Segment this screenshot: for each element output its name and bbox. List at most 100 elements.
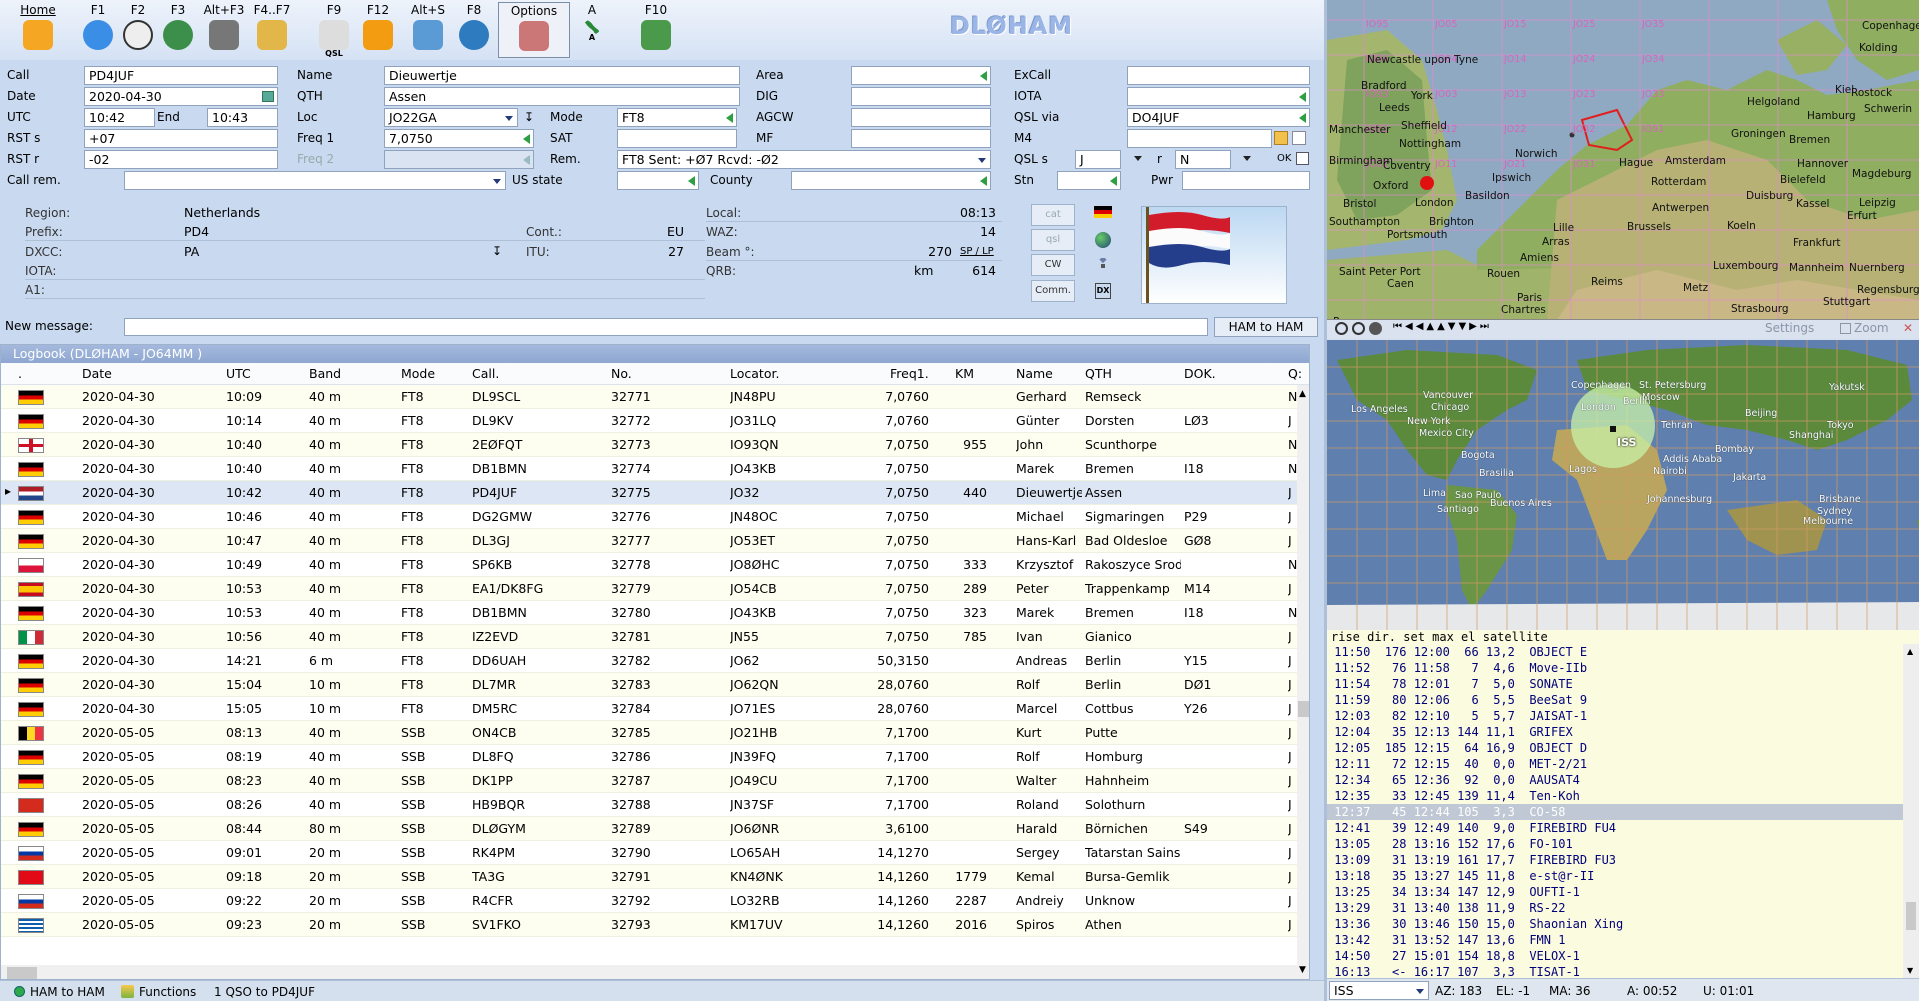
dx-icon[interactable]: DX — [1095, 283, 1111, 299]
table-row[interactable]: 2020-05-05 08:23 40 m SSB DK1PP 32787 JO49CU 7,… — [1, 769, 1297, 793]
new-message-input[interactable] — [124, 318, 1208, 336]
download-icon[interactable]: ↧ — [492, 244, 502, 258]
toolbar-button-tools[interactable]: Options — [498, 2, 570, 58]
scroll-up-icon[interactable]: ▲ — [1299, 389, 1306, 399]
qsl-button[interactable]: qsl — [1031, 229, 1075, 251]
table-row[interactable]: 2020-05-05 09:18 20 m SSB TA3G 32791 KN4ØNK 14,… — [1, 865, 1297, 889]
excall-input[interactable] — [1127, 66, 1310, 85]
satellite-scrollbar[interactable]: ▲ ▼ — [1903, 644, 1919, 978]
satellite-row[interactable]: 12:37 45 12:44 105 3,3 CO-58 — [1327, 804, 1903, 820]
scroll-up-icon[interactable]: ▲ — [1907, 647, 1913, 656]
column-header[interactable]: Locator. — [730, 366, 779, 382]
globe-icon[interactable] — [1095, 232, 1111, 248]
satellite-row[interactable]: 12:03 82 12:10 5 5,7 JAISAT-1 — [1327, 708, 1903, 724]
map-zoom-button[interactable]: Zoom — [1854, 321, 1889, 335]
table-row[interactable]: 2020-05-05 08:44 80 m SSB DLØGYM 32789 JO6ØNR 3… — [1, 817, 1297, 841]
satellite-row[interactable]: 13:09 31 13:19 161 17,7 FIREBIRD FU3 — [1327, 852, 1903, 868]
end-input[interactable]: 10:43 — [207, 108, 278, 127]
satellite-row[interactable]: 12:11 72 12:15 40 0,0 MET-2/21 — [1327, 756, 1903, 772]
locator-map[interactable]: IO95 JO05 JO15 JO25 JO35 IO94 JO04 JO14 JO24 JO34… — [1327, 0, 1919, 320]
functions-menu[interactable]: Functions — [139, 984, 196, 1000]
satellite-row[interactable]: 12:04 35 12:13 144 11,1 GRIFEX — [1327, 724, 1903, 740]
toolbar-button-save[interactable]: F10 — [632, 2, 680, 58]
table-row[interactable]: 2020-04-30 10:56 40 m FT8 IZ2EVD 32781 JN55 7,0… — [1, 625, 1297, 649]
call-rem-select[interactable] — [124, 171, 506, 190]
table-row[interactable]: 2020-04-30 14:21 6 m FT8 DD6UAH 32782 JO62 50,3… — [1, 649, 1297, 673]
folder-icon[interactable] — [1274, 131, 1288, 145]
scroll-down-icon[interactable]: ▼ — [1299, 965, 1306, 975]
loc-select[interactable]: JO22GA — [384, 108, 518, 127]
vertical-scrollbar[interactable]: ▲ ▼ — [1297, 385, 1309, 979]
qsl-via-input[interactable]: DO4JUF — [1127, 108, 1310, 127]
toolbar-button-qsl[interactable]: F9 QSL — [310, 2, 358, 58]
toolbar-button-home[interactable]: Home — [14, 2, 62, 58]
rem-select[interactable]: FT8 Sent: +Ø7 Rcvd: -Ø2 — [617, 150, 991, 169]
satellite-row[interactable]: 13:42 31 13:52 147 13,6 FMN 1 — [1327, 932, 1903, 948]
agcw-input[interactable] — [851, 108, 991, 127]
ok-checkbox[interactable] — [1296, 152, 1309, 165]
table-row[interactable]: 2020-04-30 15:04 10 m FT8 DL7MR 32783 JO62QN 28… — [1, 673, 1297, 697]
column-header[interactable]: . — [18, 366, 22, 382]
pwr-input[interactable] — [1182, 171, 1310, 190]
m4-input[interactable] — [1127, 129, 1272, 148]
table-row[interactable]: 2020-04-30 10:40 40 m FT8 DB1BMN 32774 JO43KB 7… — [1, 457, 1297, 481]
satellite-row[interactable]: 11:50 176 12:00 66 13,2 OBJECT E — [1327, 644, 1903, 660]
county-input[interactable] — [791, 171, 991, 190]
freq1-input[interactable]: 7,0750 — [384, 129, 534, 148]
note-icon[interactable] — [1292, 131, 1306, 145]
scroll-down-icon[interactable]: ▼ — [1907, 966, 1913, 975]
satellite-row[interactable]: 11:54 78 12:01 7 5,0 SONATE — [1327, 676, 1903, 692]
column-header[interactable]: DOK. — [1184, 366, 1216, 382]
ham-to-ham-status[interactable]: HAM to HAM — [30, 984, 105, 1000]
column-header[interactable]: Q: — [1288, 366, 1302, 382]
ham-to-ham-button[interactable]: HAM to HAM — [1214, 317, 1318, 337]
satellite-row[interactable]: 14:50 27 15:01 154 18,8 VELOX-1 — [1327, 948, 1903, 964]
toolbar-button-satellite[interactable]: Alt+F3 — [200, 2, 248, 58]
satellite-row[interactable]: 13:29 31 13:40 138 11,9 RS-22 — [1327, 900, 1903, 916]
rst-r-input[interactable]: -02 — [84, 150, 278, 169]
toolbar-button-network[interactable]: F8 — [450, 2, 498, 58]
satellite-row[interactable]: 11:59 80 12:06 6 5,5 BeeSat 9 — [1327, 692, 1903, 708]
toolbar-button-refresh[interactable]: F12 — [354, 2, 402, 58]
utc-input[interactable]: 10:42 — [84, 108, 155, 127]
table-row[interactable]: 2020-05-05 09:23 20 m SSB SV1FKO 32793 KM17UV 1… — [1, 913, 1297, 937]
satellite-row[interactable]: 16:13 <- 16:17 107 3,3 TISAT-1 — [1327, 964, 1903, 978]
close-icon[interactable]: ✕ — [1903, 321, 1913, 335]
toolbar-button-stats[interactable]: Alt+S — [404, 2, 452, 58]
map-nav-arrows-icon[interactable]: ⏮◀◀▲▲▼▼▶⏭ — [1393, 321, 1492, 332]
toolbar-button-edit[interactable]: F4..F7 — [248, 2, 296, 58]
satellite-row[interactable]: 12:05 185 12:15 64 16,9 OBJECT D — [1327, 740, 1903, 756]
table-row[interactable]: 2020-04-30 10:14 40 m FT8 DL9KV 32772 JO31LQ 7,… — [1, 409, 1297, 433]
calendar-icon[interactable] — [262, 91, 274, 102]
qsl-s-input[interactable]: J — [1075, 150, 1121, 169]
cw-button[interactable]: CW — [1031, 254, 1075, 276]
column-header[interactable]: Freq1. — [890, 366, 929, 382]
satellite-row[interactable]: 12:41 39 12:49 140 9,0 FIREBIRD FU4 — [1327, 820, 1903, 836]
table-row[interactable]: 2020-05-05 09:01 20 m SSB RK4PM 32790 LO65AH 14… — [1, 841, 1297, 865]
column-header[interactable]: QTH — [1085, 366, 1112, 382]
column-header[interactable]: UTC — [226, 366, 251, 382]
flag-de-icon[interactable] — [1094, 206, 1112, 218]
pan-icon[interactable] — [1369, 322, 1382, 335]
satellite-row[interactable]: 13:05 28 13:16 152 17,6 FO-101 — [1327, 836, 1903, 852]
column-header[interactable]: KM — [955, 366, 974, 382]
satellite-icon[interactable] — [1095, 256, 1111, 274]
zoom-in-icon[interactable] — [1335, 322, 1348, 335]
table-row[interactable]: 2020-04-30 10:09 40 m FT8 DL9SCL 32771 JN48PU 7… — [1, 385, 1297, 409]
table-row[interactable]: 2020-04-30 10:40 40 m FT8 2EØFQT 32773 IO93QN 7… — [1, 433, 1297, 457]
table-row[interactable]: 2020-04-30 10:53 40 m FT8 EA1/DK8FG 32779 JO54… — [1, 577, 1297, 601]
satellite-row[interactable]: 12:34 65 12:36 92 0,0 AAUSAT4 — [1327, 772, 1903, 788]
satellite-row[interactable]: 13:18 35 13:27 145 11,8 e-st@r-II — [1327, 868, 1903, 884]
satellite-row[interactable]: 13:25 34 13:34 147 12,9 OUFTI-1 — [1327, 884, 1903, 900]
table-row[interactable]: 2020-04-30 10:53 40 m FT8 DB1BMN 32780 JO43KB 7… — [1, 601, 1297, 625]
scrollbar-thumb[interactable] — [1906, 902, 1916, 930]
cat-button[interactable]: cat — [1031, 204, 1075, 226]
zoom-out-icon[interactable] — [1352, 322, 1365, 335]
column-header[interactable]: Call. — [472, 366, 499, 382]
table-row[interactable]: 2020-04-30 10:47 40 m FT8 DL3GJ 32777 JO53ET 7,… — [1, 529, 1297, 553]
column-header[interactable]: No. — [611, 366, 632, 382]
mf-input[interactable] — [851, 129, 991, 148]
world-map[interactable]: Copenhagen St. Petersburg Yakutsk Los Angel… — [1327, 340, 1919, 630]
toolbar-button-font[interactable]: AA — [568, 2, 616, 58]
scrollbar-thumb[interactable] — [1298, 701, 1309, 717]
